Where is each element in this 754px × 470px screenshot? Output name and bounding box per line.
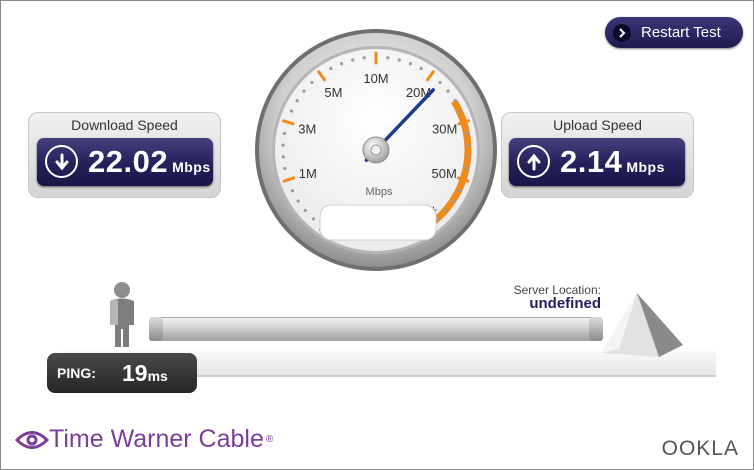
gauge-minor-tick (436, 217, 441, 221)
gauge-minor-tick (290, 189, 295, 193)
upload-readout: 2.14 Mbps (509, 138, 685, 186)
gauge-minor-tick (296, 199, 300, 203)
track-left-cap (149, 317, 163, 341)
ping-value: 19 (122, 360, 148, 386)
upload-panel: Upload Speed 2.14 Mbps (501, 112, 694, 198)
gauge-minor-tick (386, 56, 390, 60)
gauge-minor-tick (282, 131, 287, 136)
gauge-scale-label: 3M (298, 121, 316, 136)
gauge-minor-tick (351, 58, 355, 62)
brand-name: Time Warner Cable (49, 425, 264, 453)
gauge-minor-tick (419, 67, 423, 71)
gauge-scale-label: 10M (363, 71, 388, 86)
gauge-minor-tick (311, 217, 316, 221)
download-title: Download Speed (71, 117, 178, 133)
gauge-minor-tick (452, 199, 456, 203)
gauge-minor-tick (465, 166, 469, 171)
gauge-minor-tick (283, 166, 287, 171)
gauge-minor-tick (295, 99, 299, 103)
gauge-minor-tick (310, 80, 314, 85)
brand-registered-mark: ® (265, 434, 274, 445)
download-value: 22.02 (88, 144, 169, 179)
ping-unit: ms (147, 368, 168, 384)
download-panel: Download Speed 22.02 Mbps (28, 112, 221, 198)
upload-title: Upload Speed (553, 117, 642, 133)
upload-arrow-icon (517, 145, 550, 178)
speed-gauge: 1M3M5M10M20M30M50M100M+ Mbps (255, 29, 497, 271)
ookla-logo: OOKLA (661, 437, 739, 460)
twc-eye-icon (15, 430, 49, 449)
time-warner-cable-logo: Time Warner Cable ® (15, 425, 273, 454)
gauge-minor-tick (453, 99, 457, 103)
download-arrow-icon (45, 145, 78, 178)
gauge-minor-tick (362, 56, 366, 60)
gauge-unit-label: Mbps (366, 186, 393, 198)
gauge-minor-tick (467, 143, 471, 147)
gauge-minor-tick (446, 89, 450, 93)
gauge-scale-label: 5M (324, 85, 342, 100)
gauge-minor-tick (397, 58, 401, 62)
speedtest-widget: Restart Test Download Speed 22.02 Mbps Up… (0, 0, 754, 470)
gauge-minor-tick (303, 208, 307, 212)
restart-test-button[interactable]: Restart Test (605, 17, 743, 48)
ping-panel: PING: 19ms (47, 353, 197, 393)
gauge-scale-label: 30M (432, 121, 457, 136)
download-unit: Mbps (172, 159, 211, 175)
gauge-minor-tick (408, 62, 413, 66)
gauge-minor-tick (289, 109, 294, 113)
gauge-minor-tick (281, 155, 285, 159)
gauge-needle-hub-center (370, 144, 382, 156)
gauge-minor-tick (339, 62, 344, 66)
ping-label: PING: (57, 365, 96, 381)
restart-test-label: Restart Test (641, 24, 721, 41)
gauge-minor-tick (329, 67, 333, 71)
server-location-value: undefined (529, 295, 601, 312)
person-icon (110, 282, 134, 347)
gauge-minor-tick (458, 109, 463, 113)
ping-track (149, 317, 603, 341)
gauge-minor-tick (302, 89, 306, 93)
gauge-minor-tick (438, 80, 442, 85)
server-pyramid-icon (601, 293, 683, 357)
upload-unit: Mbps (626, 159, 665, 175)
gauge-scale-label: 50M (432, 166, 457, 181)
gauge-minor-tick (467, 155, 471, 159)
gauge-readout-box (319, 204, 437, 241)
gauge-minor-tick (281, 143, 285, 147)
gauge-minor-tick (465, 131, 470, 136)
gauge-scale-label: 1M (299, 166, 317, 181)
upload-value: 2.14 (560, 144, 623, 179)
chevron-right-icon (613, 23, 631, 42)
gauge-minor-tick (445, 208, 449, 212)
gauge-minor-tick (457, 189, 462, 193)
download-readout: 22.02 Mbps (37, 138, 213, 186)
